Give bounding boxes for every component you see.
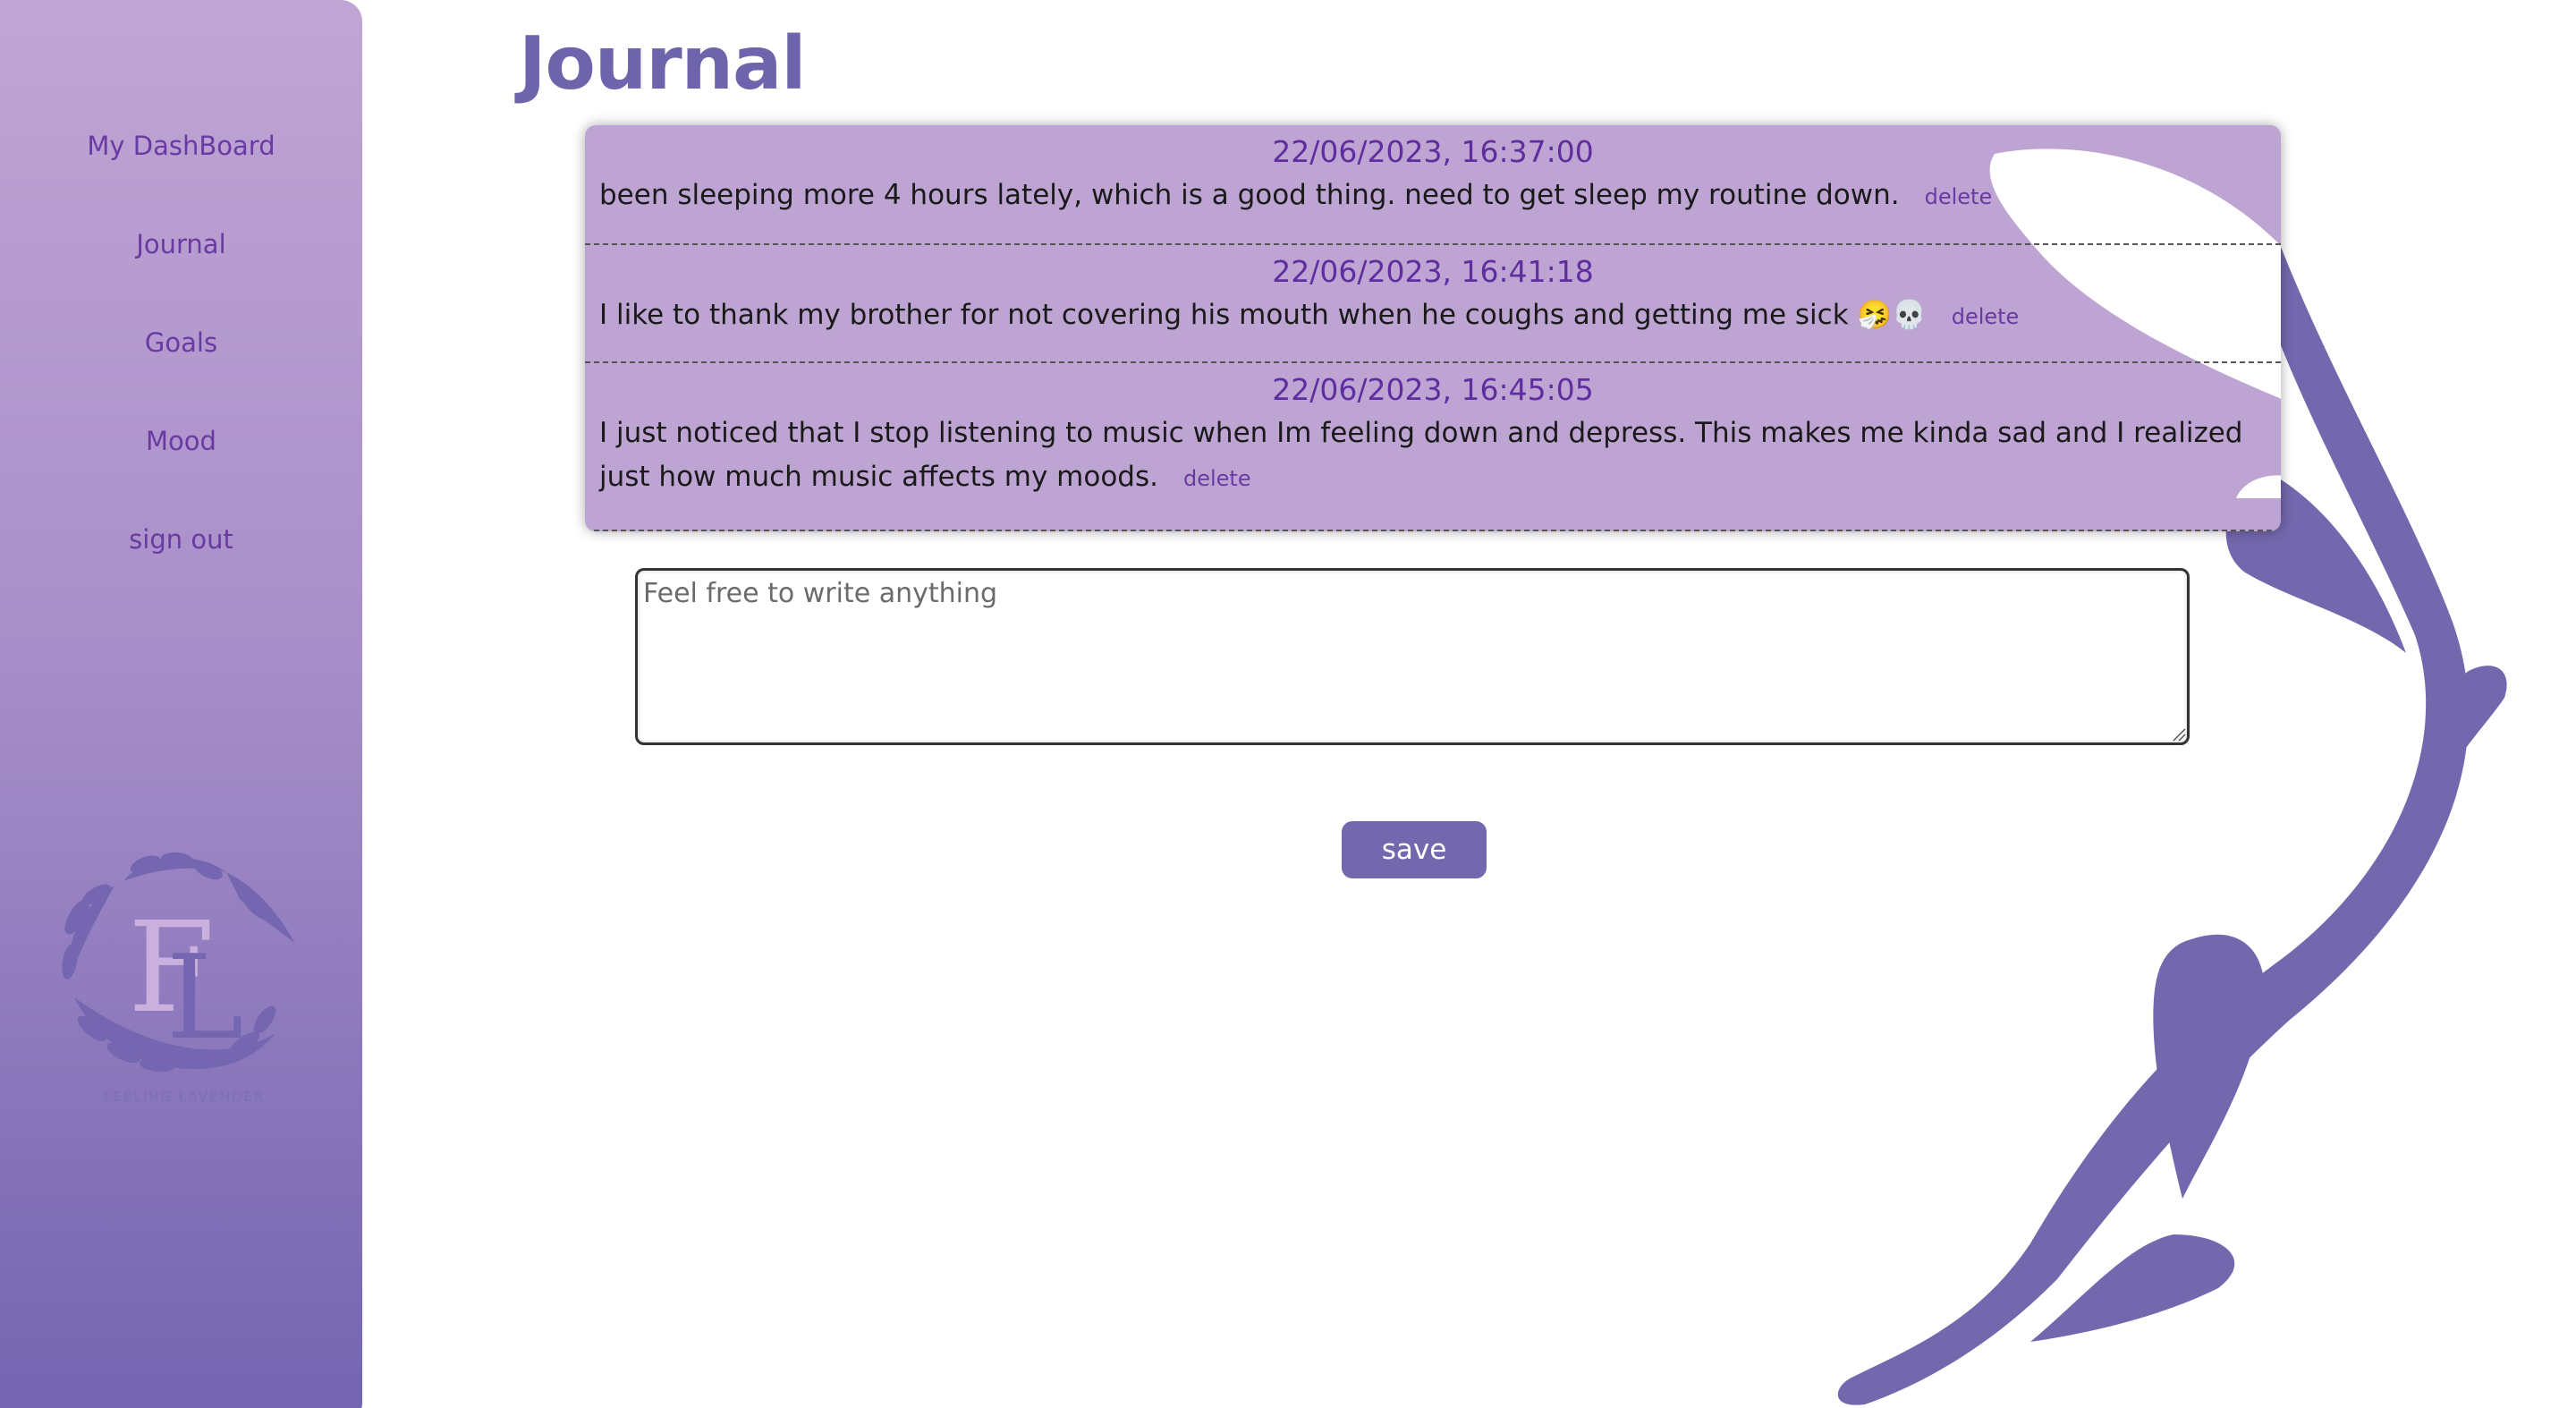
journal-entry: 22/06/2023, 16:37:00 been sleeping more … — [585, 125, 2281, 245]
delete-entry-button[interactable]: delete — [1952, 304, 2020, 329]
sidebar-nav: My DashBoard Journal Goals Mood sign out — [0, 97, 362, 589]
journal-entry-textarea[interactable] — [635, 568, 2190, 745]
entry-text: I just noticed that I stop listening to … — [599, 417, 2243, 493]
entry-body: been sleeping more 4 hours lately, which… — [599, 174, 2267, 219]
journal-entry: 22/06/2023, 16:41:18 I like to thank my … — [585, 245, 2281, 363]
resize-grip-icon[interactable] — [2172, 727, 2186, 742]
laurel-wreath-logo-icon: F L — [62, 852, 295, 1073]
entry-body: I like to thank my brother for not cover… — [599, 293, 2267, 339]
entry-text: been sleeping more 4 hours lately, which… — [599, 179, 1900, 211]
entry-date: 22/06/2023, 16:41:18 — [1272, 254, 1594, 289]
entry-body: I just noticed that I stop listening to … — [599, 411, 2267, 501]
entry-date: 22/06/2023, 16:37:00 — [1272, 134, 1594, 169]
nav-link-mood[interactable]: Mood — [146, 426, 216, 456]
page-title: Journal — [519, 21, 806, 106]
nav-link-dashboard[interactable]: My DashBoard — [87, 131, 275, 161]
journal-entry: 22/06/2023, 16:45:05 I just noticed that… — [585, 363, 2281, 531]
sidebar-item-goals: Goals — [0, 293, 362, 392]
nav-link-goals[interactable]: Goals — [145, 327, 217, 358]
nav-link-journal[interactable]: Journal — [136, 229, 225, 259]
entry-date: 22/06/2023, 16:45:05 — [1272, 372, 1594, 407]
delete-entry-button[interactable]: delete — [1925, 184, 1993, 209]
logo-monogram-l: L — [166, 929, 243, 1065]
nav-link-sign-out[interactable]: sign out — [129, 524, 233, 555]
journal-page: My DashBoard Journal Goals Mood sign out — [0, 0, 2576, 1408]
sidebar-item-sign-out: sign out — [0, 490, 362, 589]
journal-entries-panel: 22/06/2023, 16:37:00 been sleeping more … — [585, 125, 2281, 531]
sidebar: My DashBoard Journal Goals Mood sign out — [0, 0, 362, 1408]
entry-text: I like to thank my brother for not cover… — [599, 299, 1927, 331]
brand-logo: F L FEELING LAVENDER — [61, 845, 298, 1105]
save-button[interactable]: save — [1342, 821, 1487, 878]
logo-caption: FEELING LAVENDER — [104, 1089, 266, 1105]
sidebar-item-mood: Mood — [0, 392, 362, 490]
delete-entry-button[interactable]: delete — [1183, 466, 1251, 491]
sidebar-item-journal: Journal — [0, 195, 362, 293]
sidebar-item-dashboard: My DashBoard — [0, 97, 362, 195]
